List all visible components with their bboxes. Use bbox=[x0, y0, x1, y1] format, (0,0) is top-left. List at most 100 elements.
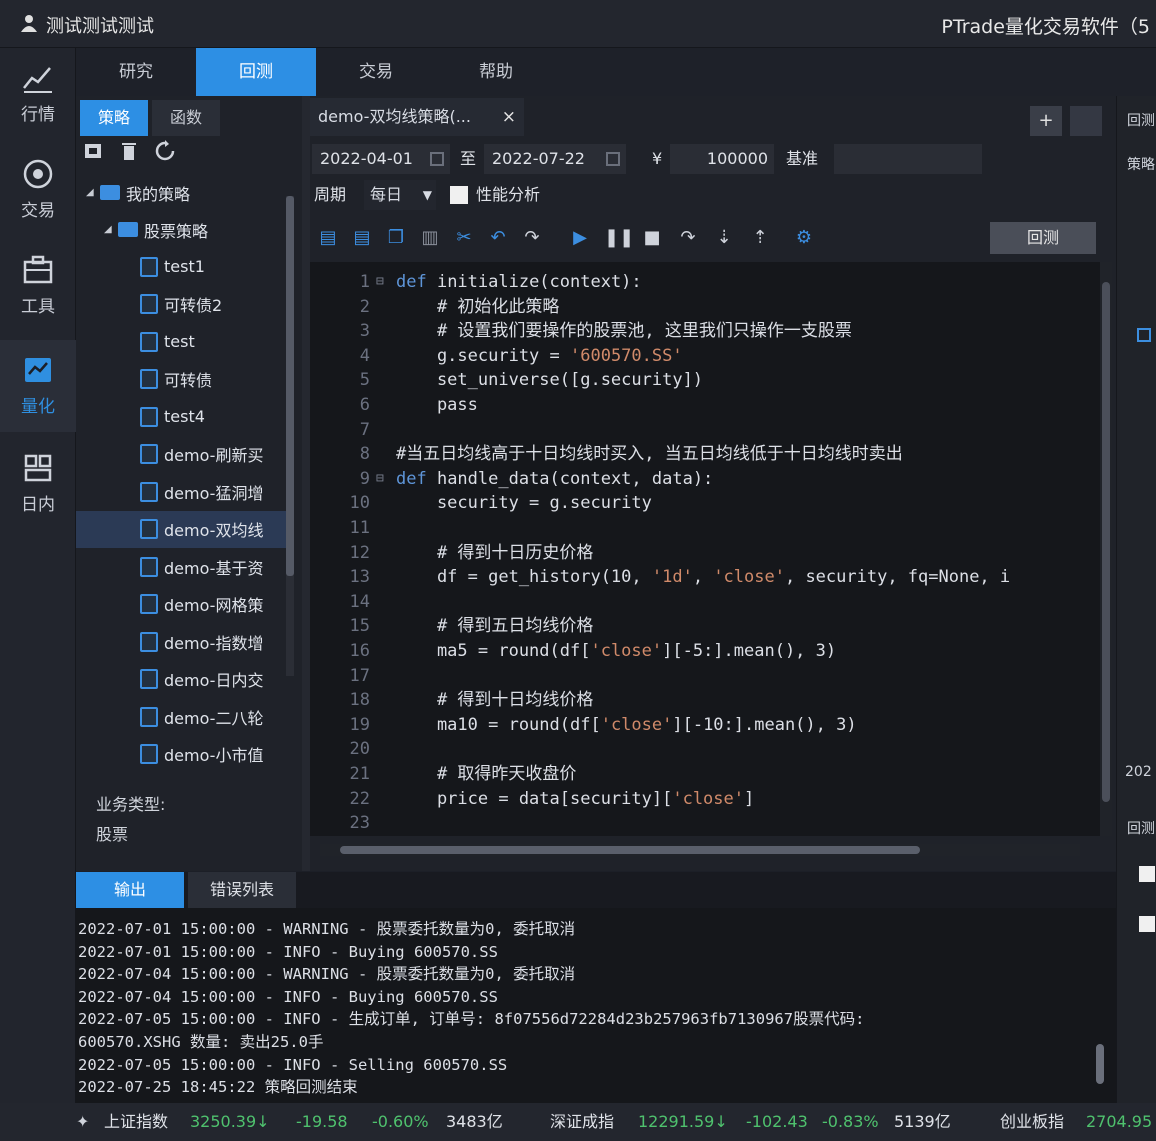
tree-file[interactable]: demo-指数增 bbox=[76, 623, 288, 660]
index-pct: -0.83% bbox=[822, 1112, 879, 1131]
start-date-field[interactable]: 2022-04-01 bbox=[312, 144, 450, 174]
redo-icon[interactable]: ↷ bbox=[520, 226, 544, 250]
nav-trade[interactable]: 交易 bbox=[0, 144, 76, 236]
save-icon[interactable]: ▤ bbox=[316, 226, 340, 250]
output-scrollbar[interactable] bbox=[1094, 912, 1106, 1096]
paste-icon[interactable]: ▥ bbox=[418, 226, 442, 250]
panel-splitter[interactable] bbox=[302, 96, 310, 871]
save-as-icon[interactable]: ▤ bbox=[350, 226, 374, 250]
index-amount: 3483亿 bbox=[446, 1112, 503, 1131]
menu-help[interactable]: 帮助 bbox=[436, 48, 556, 96]
tree-file[interactable]: demo-网格策 bbox=[76, 586, 288, 623]
user-name: 测试测试测试 bbox=[46, 16, 154, 37]
step-into-icon[interactable]: ⇣ bbox=[712, 226, 736, 250]
line-number: 10 bbox=[349, 493, 370, 514]
delete-icon[interactable] bbox=[118, 140, 140, 162]
pause-icon[interactable]: ❚❚ bbox=[604, 226, 634, 250]
index-name[interactable]: 上证指数 bbox=[104, 1103, 168, 1141]
code-line: 21 # 取得昨天收盘价 bbox=[310, 762, 1100, 787]
add-tab-button[interactable]: + bbox=[1030, 106, 1062, 136]
index-name[interactable]: 创业板指 bbox=[1000, 1103, 1064, 1141]
new-folder-icon[interactable] bbox=[82, 140, 104, 162]
tree-file[interactable]: demo-小市值 bbox=[76, 736, 288, 773]
tab-functions[interactable]: 函数 bbox=[152, 100, 220, 136]
step-out-icon[interactable]: ⇡ bbox=[748, 226, 772, 250]
checkbox[interactable] bbox=[1139, 866, 1155, 882]
tree-file[interactable]: test1 bbox=[76, 248, 288, 285]
tree-file[interactable]: demo-猛洞增 bbox=[76, 473, 288, 510]
code-text: # 初始化此策略 bbox=[396, 296, 560, 317]
tree-file[interactable]: test bbox=[76, 323, 288, 360]
scrollbar-thumb[interactable] bbox=[1102, 282, 1110, 802]
nav-tools[interactable]: 工具 bbox=[0, 240, 76, 332]
menu-backtest[interactable]: 回测 bbox=[196, 48, 316, 96]
code-text: # 得到十日历史价格 bbox=[396, 542, 594, 563]
checkbox[interactable] bbox=[1139, 916, 1155, 932]
run-backtest-button[interactable]: 回测 bbox=[990, 222, 1096, 254]
tree-file[interactable]: demo-二八轮 bbox=[76, 698, 288, 735]
code-line: 10 security = g.security bbox=[310, 491, 1100, 516]
log-line: 2022-07-25 18:45:22 策略回测结束 bbox=[78, 1078, 358, 1097]
tree-file[interactable]: demo-日内交 bbox=[76, 661, 288, 698]
pin-icon[interactable]: ✦ bbox=[76, 1103, 89, 1141]
tree-root[interactable]: ◢ 我的策略 bbox=[76, 174, 288, 211]
settings-gear-icon[interactable]: ⚙ bbox=[792, 226, 816, 250]
tree-folder[interactable]: ◢ 股票策略 bbox=[76, 211, 288, 248]
undo-icon[interactable]: ↶ bbox=[486, 226, 510, 250]
tree-file[interactable]: 可转债 bbox=[76, 361, 288, 398]
line-number: 14 bbox=[349, 591, 370, 612]
cut-icon[interactable]: ✂ bbox=[452, 226, 476, 250]
code-horizontal-scrollbar[interactable] bbox=[320, 844, 1080, 856]
stop-icon[interactable]: ■ bbox=[640, 226, 664, 250]
tree-file-selected[interactable]: demo-双均线 bbox=[76, 510, 288, 548]
tree-scrollbar[interactable] bbox=[286, 196, 294, 676]
user-info[interactable]: 测试测试测试 bbox=[20, 12, 154, 38]
file-icon bbox=[140, 444, 158, 464]
tree-file[interactable]: 可转债2 bbox=[76, 286, 288, 323]
line-number: 5 bbox=[359, 370, 370, 391]
index-name[interactable]: 深证成指 bbox=[550, 1103, 614, 1141]
line-number: 11 bbox=[349, 518, 370, 538]
scrollbar-thumb[interactable] bbox=[286, 196, 294, 576]
scrollbar-thumb[interactable] bbox=[340, 846, 920, 854]
tab-output[interactable]: 输出 bbox=[76, 872, 184, 908]
step-over-icon[interactable]: ↷ bbox=[676, 226, 700, 250]
perf-checkbox[interactable] bbox=[450, 186, 468, 204]
copy-icon[interactable]: ❐ bbox=[384, 226, 408, 250]
fold-icon[interactable]: ⊟ bbox=[376, 467, 390, 492]
nav-market[interactable]: 行情 bbox=[0, 48, 76, 140]
close-icon[interactable]: × bbox=[502, 98, 516, 136]
code-line: 6 pass bbox=[310, 393, 1100, 418]
refresh-icon[interactable] bbox=[154, 140, 176, 162]
tree-file[interactable]: demo-基于资 bbox=[76, 548, 288, 585]
file-tab[interactable]: demo-双均线策略(... × bbox=[310, 98, 524, 136]
fold-icon[interactable]: ⊟ bbox=[376, 270, 390, 295]
backtest-options: 周期 每日 ▼ 性能分析 bbox=[310, 180, 1116, 212]
log-line: 2022-07-05 15:00:00 - INFO - 生成订单, 订单号: … bbox=[78, 1010, 865, 1029]
tab-error-list[interactable]: 错误列表 bbox=[188, 872, 296, 908]
tree-file-label: demo-日内交 bbox=[164, 671, 264, 690]
nav-trade-label: 交易 bbox=[21, 201, 55, 221]
tree-file[interactable]: demo-刷新买 bbox=[76, 436, 288, 473]
scrollbar-thumb[interactable] bbox=[1096, 1044, 1104, 1084]
nav-intraday[interactable]: 日内 bbox=[0, 438, 76, 530]
status-bar: ✦ 上证指数 3250.39↓ -19.58 -0.60% 3483亿 深证成指… bbox=[0, 1103, 1156, 1141]
benchmark-field[interactable] bbox=[834, 144, 982, 174]
tab-menu-button[interactable] bbox=[1070, 106, 1102, 136]
tree-file[interactable]: test4 bbox=[76, 398, 288, 435]
checkbox-icon[interactable] bbox=[1137, 328, 1151, 342]
period-select[interactable]: 每日 ▼ bbox=[364, 180, 436, 210]
line-number: 13 bbox=[349, 567, 370, 588]
play-icon[interactable]: ▶ bbox=[568, 226, 592, 250]
calendar-icon[interactable] bbox=[606, 152, 620, 166]
nav-tools-label: 工具 bbox=[21, 297, 55, 317]
tab-strategy[interactable]: 策略 bbox=[80, 100, 148, 136]
capital-field[interactable]: 100000 bbox=[670, 144, 774, 174]
menu-research[interactable]: 研究 bbox=[76, 48, 196, 96]
code-editor[interactable]: 1 ⊟ def initialize(context): 2 # 初始化此策略 3 # … bbox=[310, 262, 1100, 836]
end-date-field[interactable]: 2022-07-22 bbox=[484, 144, 626, 174]
code-vertical-scrollbar[interactable] bbox=[1100, 262, 1112, 836]
menu-trade[interactable]: 交易 bbox=[316, 48, 436, 96]
nav-quant[interactable]: 量化 bbox=[0, 340, 76, 432]
calendar-icon[interactable] bbox=[430, 152, 444, 166]
